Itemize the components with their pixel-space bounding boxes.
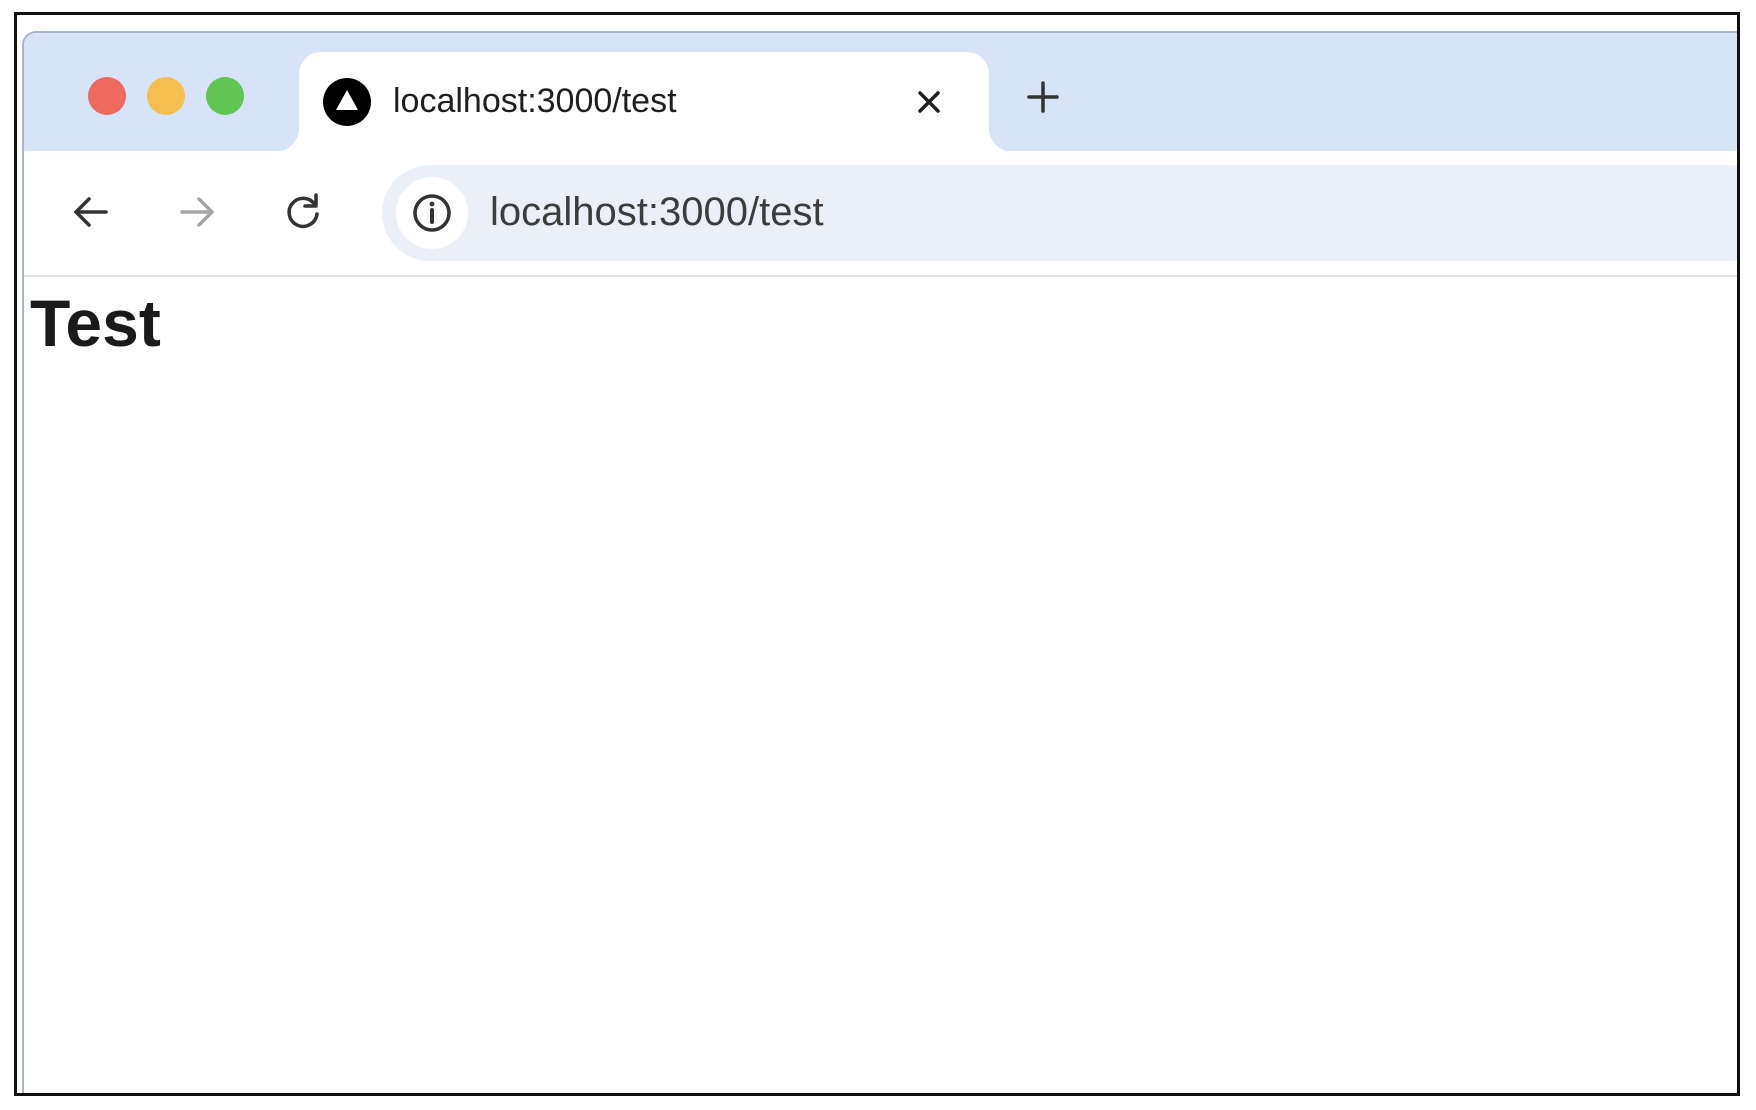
back-button[interactable] bbox=[68, 189, 114, 235]
page-title: Test bbox=[30, 286, 161, 360]
tab-title: localhost:3000/test bbox=[393, 82, 677, 120]
forward-button[interactable] bbox=[174, 189, 220, 235]
window-minimize-button[interactable] bbox=[147, 77, 185, 115]
site-info-button[interactable] bbox=[396, 177, 468, 249]
arrow-left-icon bbox=[74, 197, 108, 227]
reload-button[interactable] bbox=[280, 189, 326, 235]
address-bar[interactable]: localhost:3000/test bbox=[382, 165, 1737, 261]
screenshot-frame: localhost:3000/test localhost:3000/test … bbox=[14, 12, 1740, 1096]
plus-icon bbox=[1027, 81, 1059, 113]
url-text[interactable]: localhost:3000/test bbox=[490, 190, 824, 235]
arrow-right-icon bbox=[180, 197, 214, 227]
tab-strip: localhost:3000/test bbox=[24, 33, 1737, 152]
page-content: Test bbox=[24, 277, 1737, 1093]
tab-active[interactable]: localhost:3000/test bbox=[299, 52, 989, 152]
info-icon bbox=[413, 194, 451, 232]
new-tab-button[interactable] bbox=[1024, 78, 1062, 116]
window-close-button[interactable] bbox=[88, 77, 126, 115]
browser-toolbar: localhost:3000/test bbox=[24, 151, 1737, 277]
close-icon[interactable] bbox=[909, 82, 949, 122]
nextjs-triangle-icon bbox=[323, 78, 371, 126]
browser-window: localhost:3000/test localhost:3000/test … bbox=[22, 31, 1737, 1093]
window-zoom-button[interactable] bbox=[206, 77, 244, 115]
reload-icon bbox=[287, 193, 319, 229]
